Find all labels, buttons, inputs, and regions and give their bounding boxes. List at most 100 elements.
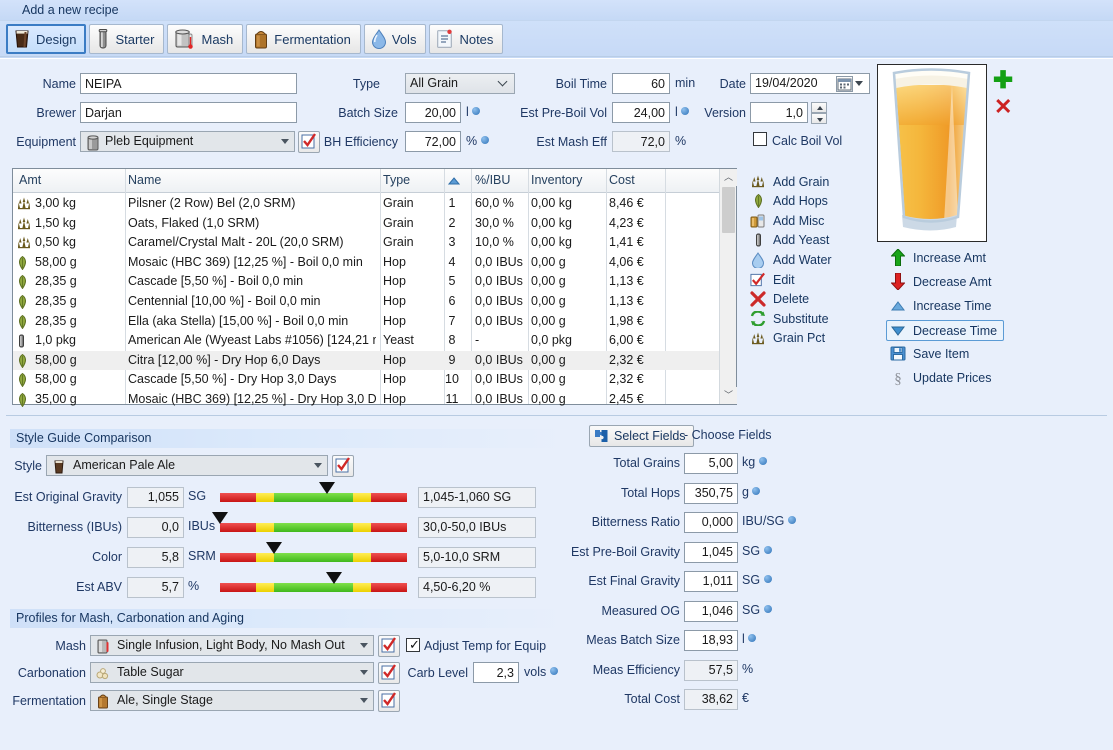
info-dot-icon[interactable] [758, 457, 767, 465]
adjust-temp-checkbox[interactable]: ✓ [406, 638, 420, 652]
action-add-hops[interactable]: Add Hops [750, 192, 828, 211]
version-stepper[interactable] [811, 102, 827, 124]
style-row-value: 1,055 [127, 487, 184, 508]
info-dot-icon[interactable] [763, 545, 772, 554]
mash-edit-button[interactable] [378, 635, 400, 657]
batch-size-input[interactable] [405, 102, 461, 123]
action-save-item[interactable]: Save Item [890, 344, 969, 363]
ingredients-grid[interactable]: Amt Name Type %/IBU Inventory Cost 3,00 kg Pil… [12, 168, 737, 407]
stat-value[interactable]: 350,75 [684, 482, 738, 504]
tab-notes[interactable]: Notes [429, 24, 504, 54]
table-row[interactable]: 1,50 kg Oats, Flaked (1,0 SRM) Grain 2 30,0 … [13, 214, 736, 234]
action-grain-pct[interactable]: Grain Pct [750, 329, 825, 348]
currency-icon: § [890, 370, 906, 386]
fermentation-dropdown[interactable]: Ale, Single Stage [90, 690, 374, 711]
info-dot-icon[interactable] [549, 667, 558, 675]
grid-header-ibu[interactable]: %/IBU [475, 173, 510, 187]
tab-design[interactable]: Design [6, 24, 87, 54]
tab-mash[interactable]: Mash [167, 24, 244, 54]
info-dot-icon[interactable] [763, 604, 772, 613]
brewer-input[interactable] [80, 102, 297, 123]
grid-header-sort[interactable] [448, 177, 460, 185]
grid-header-name[interactable]: Name [128, 173, 161, 187]
table-row[interactable]: 35,00 g Mosaic (HBC 369) [12,25 %] - Dry … [13, 390, 736, 410]
style-range-marker [319, 482, 335, 494]
action-edit[interactable]: Edit [750, 270, 795, 289]
table-row[interactable]: 58,00 g Mosaic (HBC 369) [12,25 %] - Boil… [13, 253, 736, 273]
carb-level-label: Carb Level [407, 666, 468, 680]
action-decrease-time[interactable]: Decrease Time [886, 320, 1005, 341]
grid-header-inventory[interactable]: Inventory [531, 173, 582, 187]
scroll-down-icon[interactable]: ﹀ [720, 387, 737, 404]
tab-fermentation[interactable]: Fermentation [246, 24, 361, 54]
version-input[interactable] [750, 102, 808, 123]
table-row[interactable]: 3,00 kg Pilsner (2 Row) Bel (2,0 SRM) Grai… [13, 194, 736, 214]
date-label: Date [719, 77, 746, 91]
info-dot-icon[interactable] [748, 634, 757, 642]
carbonation-edit-button[interactable] [378, 662, 400, 684]
stepper-down-icon[interactable] [811, 113, 827, 124]
info-dot-icon[interactable] [763, 575, 772, 583]
info-dot-icon[interactable] [752, 486, 761, 495]
adjust-temp-label: Adjust Temp for Equip [424, 639, 547, 653]
action-add-yeast[interactable]: Add Yeast [750, 231, 829, 250]
select-fields-button[interactable]: Select Fields [589, 425, 694, 447]
calc-boil-vol-checkbox[interactable] [753, 132, 767, 146]
grid-header-cost[interactable]: Cost [609, 173, 635, 187]
boil-time-input[interactable] [612, 73, 670, 94]
name-input[interactable] [80, 73, 297, 94]
delete-recipe-button[interactable]: ✕ [994, 96, 1012, 118]
date-dropdown-arrow-icon[interactable] [855, 81, 863, 86]
stat-value[interactable]: 1,011 [684, 571, 738, 592]
table-row[interactable]: 28,35 g Centennial [10,00 %] - Boil 0,0 m… [13, 292, 736, 312]
action-label: Add Misc [773, 213, 825, 228]
stat-value[interactable]: 0,000 [684, 512, 738, 533]
action-add-misc[interactable]: Add Misc [750, 211, 824, 230]
tab-vols[interactable]: Vols [363, 24, 427, 54]
action-update-prices[interactable]: § Update Prices [890, 368, 991, 387]
table-row[interactable]: 0,50 kg Caramel/Crystal Malt - 20L (20,0 … [13, 233, 736, 253]
action-increase-time[interactable]: Increase Time [890, 296, 992, 315]
action-add-water[interactable]: Add Water [750, 250, 832, 269]
calendar-icon[interactable] [836, 76, 853, 92]
mash-dropdown[interactable]: Single Infusion, Light Body, No Mash Out [90, 635, 374, 656]
table-row[interactable]: 28,35 g Cascade [5,50 %] - Boil 0,0 min Ho… [13, 272, 736, 292]
info-dot-icon[interactable] [480, 136, 489, 144]
style-row-value: 5,7 [127, 577, 184, 598]
style-dropdown[interactable]: American Pale Ale [46, 455, 328, 476]
add-recipe-button[interactable]: ✚ [993, 69, 1013, 93]
equipment-dropdown[interactable]: Pleb Equipment [80, 131, 295, 152]
grid-vertical-scrollbar[interactable]: ︿ ﹀ [719, 169, 737, 404]
style-edit-button[interactable] [332, 455, 354, 477]
stat-value[interactable]: 1,045 [684, 541, 738, 563]
stepper-up-icon[interactable] [811, 102, 827, 113]
water-drop-icon [371, 29, 387, 49]
carbonation-dropdown[interactable]: Table Sugar [90, 662, 374, 683]
grid-header-type[interactable]: Type [383, 173, 410, 187]
table-row[interactable]: 1,0 pkg American Ale (Wyeast Labs #1056) … [13, 331, 736, 351]
fermentation-edit-button[interactable] [378, 690, 400, 712]
action-decrease-amt[interactable]: Decrease Amt [890, 272, 992, 291]
stat-unit: SG [742, 573, 761, 587]
stat-value[interactable]: 5,00 [684, 453, 738, 474]
cell-number: 2 [448, 215, 456, 230]
grid-header-amt[interactable]: Amt [19, 173, 41, 187]
action-delete[interactable]: Delete [750, 290, 809, 309]
action-add-grain[interactable]: Add Grain [750, 172, 829, 191]
table-row[interactable]: 28,35 g Ella (aka Stella) [15,00 %] - Boi… [13, 312, 736, 332]
info-dot-icon[interactable] [787, 516, 796, 524]
equipment-value: Pleb Equipment [105, 134, 194, 148]
table-row[interactable]: 58,00 g Citra [12,00 %] - Dry Hop 6,0 Day… [13, 350, 736, 371]
scrollbar-thumb[interactable] [722, 187, 735, 233]
carb-level-input[interactable] [473, 662, 519, 683]
tab-starter[interactable]: Starter [89, 24, 165, 54]
stat-value[interactable]: 18,93 [684, 630, 738, 651]
table-row[interactable]: 58,00 g Cascade [5,50 %] - Dry Hop 3,0 Da… [13, 370, 736, 390]
choose-fields-label: - Choose Fields [684, 428, 772, 442]
bh-efficiency-input[interactable] [405, 131, 461, 152]
scroll-up-icon[interactable]: ︿ [720, 169, 737, 186]
cell-amt: 0,50 kg [35, 235, 77, 250]
action-substitute[interactable]: Substitute [750, 309, 829, 328]
stat-value[interactable]: 1,046 [684, 600, 738, 622]
action-increase-amt[interactable]: Increase Amt [890, 248, 986, 267]
